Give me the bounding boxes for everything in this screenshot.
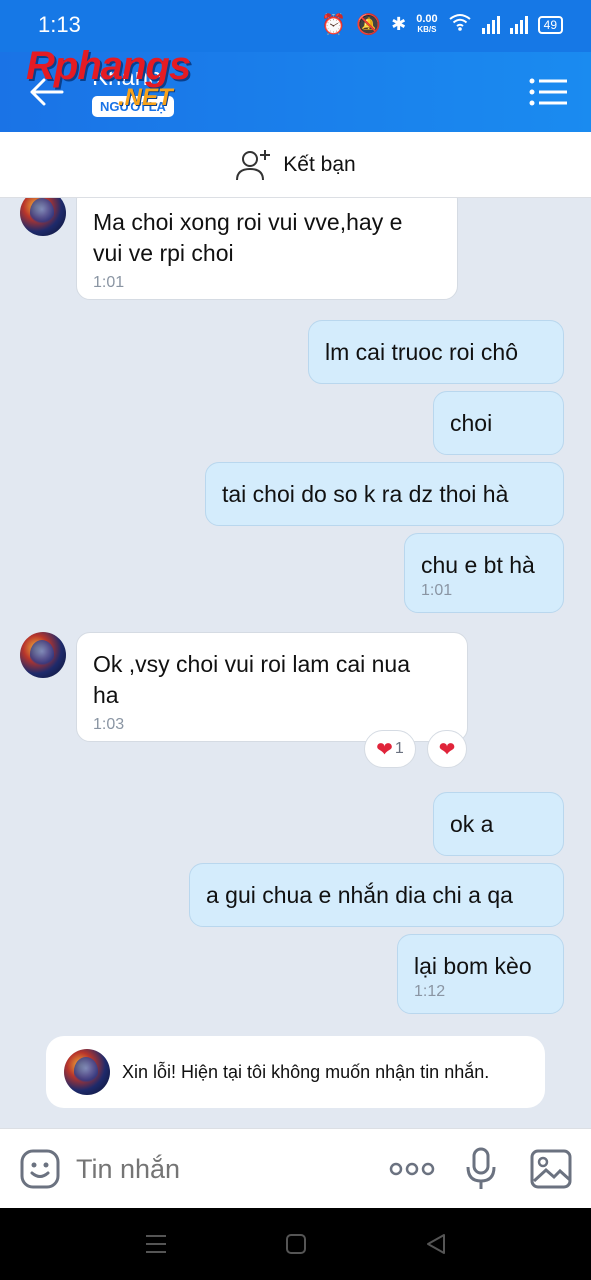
add-friend-icon xyxy=(236,149,271,180)
message-outgoing[interactable]: tai choi do so k ra dz thoi hà xyxy=(205,462,564,526)
image-icon[interactable] xyxy=(530,1149,572,1189)
contact-avatar[interactable] xyxy=(20,198,66,236)
home-icon[interactable] xyxy=(282,1230,310,1258)
heart-icon: ❤ xyxy=(438,738,456,761)
notice-text: Xin lỗi! Hiện tại tôi không muốn nhận ti… xyxy=(122,1061,490,1082)
alarm-icon: ⏰ xyxy=(321,14,347,36)
react-heart-button[interactable]: ❤ xyxy=(427,730,467,768)
message-outgoing[interactable]: chu e bt hà 1:01 xyxy=(404,533,564,613)
emoji-icon[interactable] xyxy=(20,1149,60,1189)
mute-icon: 🔕 xyxy=(356,14,382,36)
more-options-icon[interactable] xyxy=(388,1157,436,1181)
message-outgoing[interactable]: choi xyxy=(433,391,564,455)
menu-icon[interactable] xyxy=(529,78,567,106)
contact-avatar[interactable] xyxy=(20,632,66,678)
add-friend-label: Kết bạn xyxy=(283,152,356,176)
watermark-net: .NET xyxy=(118,84,173,111)
contact-avatar xyxy=(64,1049,110,1095)
message-input[interactable] xyxy=(76,1149,366,1189)
message-outgoing[interactable]: ok a xyxy=(433,792,564,856)
add-friend-button[interactable]: Kết bạn xyxy=(0,132,591,198)
recent-apps-icon[interactable] xyxy=(142,1230,170,1258)
reaction-summary[interactable]: ❤ 1 xyxy=(364,730,416,768)
status-time: 1:13 xyxy=(38,12,81,37)
watermark-logo: Rphangs xyxy=(26,44,191,88)
signal-icon-2 xyxy=(509,15,528,34)
network-speed: 0.00 KB/S xyxy=(416,13,438,35)
microphone-icon[interactable] xyxy=(464,1147,498,1191)
message-incoming[interactable]: Ma choi xong roi vui vve,hay e vui ve rp… xyxy=(76,198,458,300)
heart-icon: ❤ xyxy=(376,738,393,761)
message-composer xyxy=(0,1128,591,1208)
message-time: 1:12 xyxy=(414,983,446,1000)
message-outgoing[interactable]: a gui chua e nhắn dia chi a qa xyxy=(189,863,564,927)
message-time: 1:01 xyxy=(421,582,453,599)
status-icons: ⏰ 🔕 ✱ 0.00 KB/S 49 xyxy=(321,12,563,37)
message-outgoing[interactable]: lại bom kèo 1:12 xyxy=(397,934,564,1014)
wifi-icon xyxy=(448,13,472,37)
system-nav-bar xyxy=(0,1208,591,1280)
message-outgoing[interactable]: lm cai truoc roi chô xyxy=(308,320,564,384)
battery-icon: 49 xyxy=(537,15,563,34)
message-list[interactable]: Ma choi xong roi vui vve,hay e vui ve rp… xyxy=(0,198,591,1128)
blocked-message-notice: Xin lỗi! Hiện tại tôi không muốn nhận ti… xyxy=(46,1036,545,1108)
back-icon[interactable] xyxy=(422,1230,450,1258)
signal-icon xyxy=(481,15,500,34)
message-incoming[interactable]: Ok ,vsy choi vui roi lam cai nua ha 1:03 xyxy=(76,632,468,742)
message-time: 1:01 xyxy=(93,274,125,291)
bluetooth-icon: ✱ xyxy=(391,14,407,34)
reaction-count: 1 xyxy=(394,740,404,757)
